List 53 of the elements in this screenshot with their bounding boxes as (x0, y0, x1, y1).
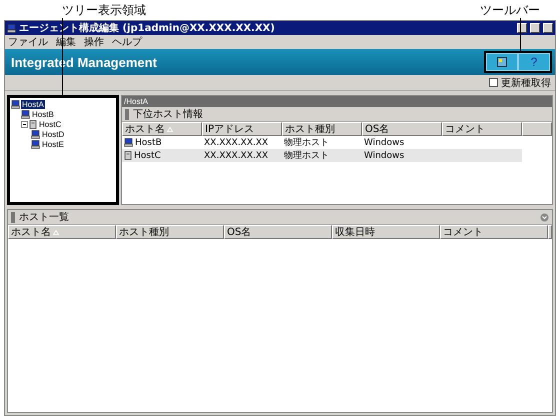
restore-button[interactable] (530, 23, 540, 33)
callout-label: ツールバー (480, 2, 540, 19)
table-cell: Windows (364, 138, 404, 148)
column-header[interactable]: ホスト名 (122, 122, 202, 136)
tree-node[interactable]: HostD (41, 130, 66, 138)
menu-item[interactable]: 操作 (84, 35, 104, 49)
menu-item[interactable]: ヘルプ (112, 35, 142, 49)
section-title: 下位ホスト情報 (133, 108, 204, 121)
column-header[interactable]: ホスト名 (8, 225, 116, 239)
path-bar: /HostA (122, 96, 552, 107)
tree-node[interactable]: HostA (21, 100, 45, 108)
column-header[interactable]: ホスト種別 (116, 225, 224, 239)
table-cell-text: 物理ホスト (284, 150, 329, 162)
computer-icon (7, 24, 16, 32)
table-cell: HostB (135, 138, 162, 148)
minimize-button[interactable] (517, 23, 527, 33)
tree-node[interactable]: HostE (41, 140, 65, 148)
collapse-icon[interactable] (21, 120, 28, 128)
tree-node[interactable]: HostB (31, 110, 55, 118)
server-icon (124, 151, 132, 160)
section-marker (11, 212, 15, 222)
checkbox-label: 更新種取得 (501, 76, 551, 90)
help-button[interactable]: ? (518, 53, 550, 71)
column-header[interactable]: OS名 (362, 122, 442, 136)
section-marker (125, 108, 129, 120)
column-header[interactable]: OS名 (224, 225, 332, 239)
sort-icon (53, 230, 59, 234)
table-cell-text: 物理ホスト (284, 136, 329, 149)
server-icon (29, 120, 37, 128)
column-header[interactable]: IPアドレス (202, 122, 282, 136)
tree-node[interactable]: HostC (38, 120, 62, 128)
close-button[interactable] (543, 23, 553, 33)
section-title: ホスト一覧 (19, 211, 70, 224)
computer-icon (31, 140, 40, 148)
table-cell: XX.XXX.XX.XX (204, 138, 268, 148)
toolbar-button[interactable] (486, 53, 518, 71)
table-row[interactable]: HostC XX.XXX.XX.XX 物理ホスト Windows (122, 149, 522, 162)
sort-icon (167, 126, 173, 132)
column-header[interactable]: コメント (442, 122, 522, 136)
window-icon (497, 57, 507, 67)
column-header[interactable]: 収集日時 (332, 225, 440, 239)
computer-icon (21, 110, 30, 118)
computer-icon (11, 100, 20, 108)
table-cell: Windows (364, 150, 404, 160)
table-cell: XX.XXX.XX.XX (204, 150, 268, 160)
table-cell: HostC (134, 150, 161, 160)
menu-item[interactable]: ファイル (8, 35, 48, 49)
computer-icon (124, 138, 133, 147)
callout-label: ツリー表示領域 (62, 2, 146, 19)
checkbox[interactable] (489, 78, 498, 87)
computer-icon (31, 130, 40, 138)
column-header[interactable]: コメント (440, 225, 548, 239)
column-header[interactable]: ホスト種別 (282, 122, 362, 136)
